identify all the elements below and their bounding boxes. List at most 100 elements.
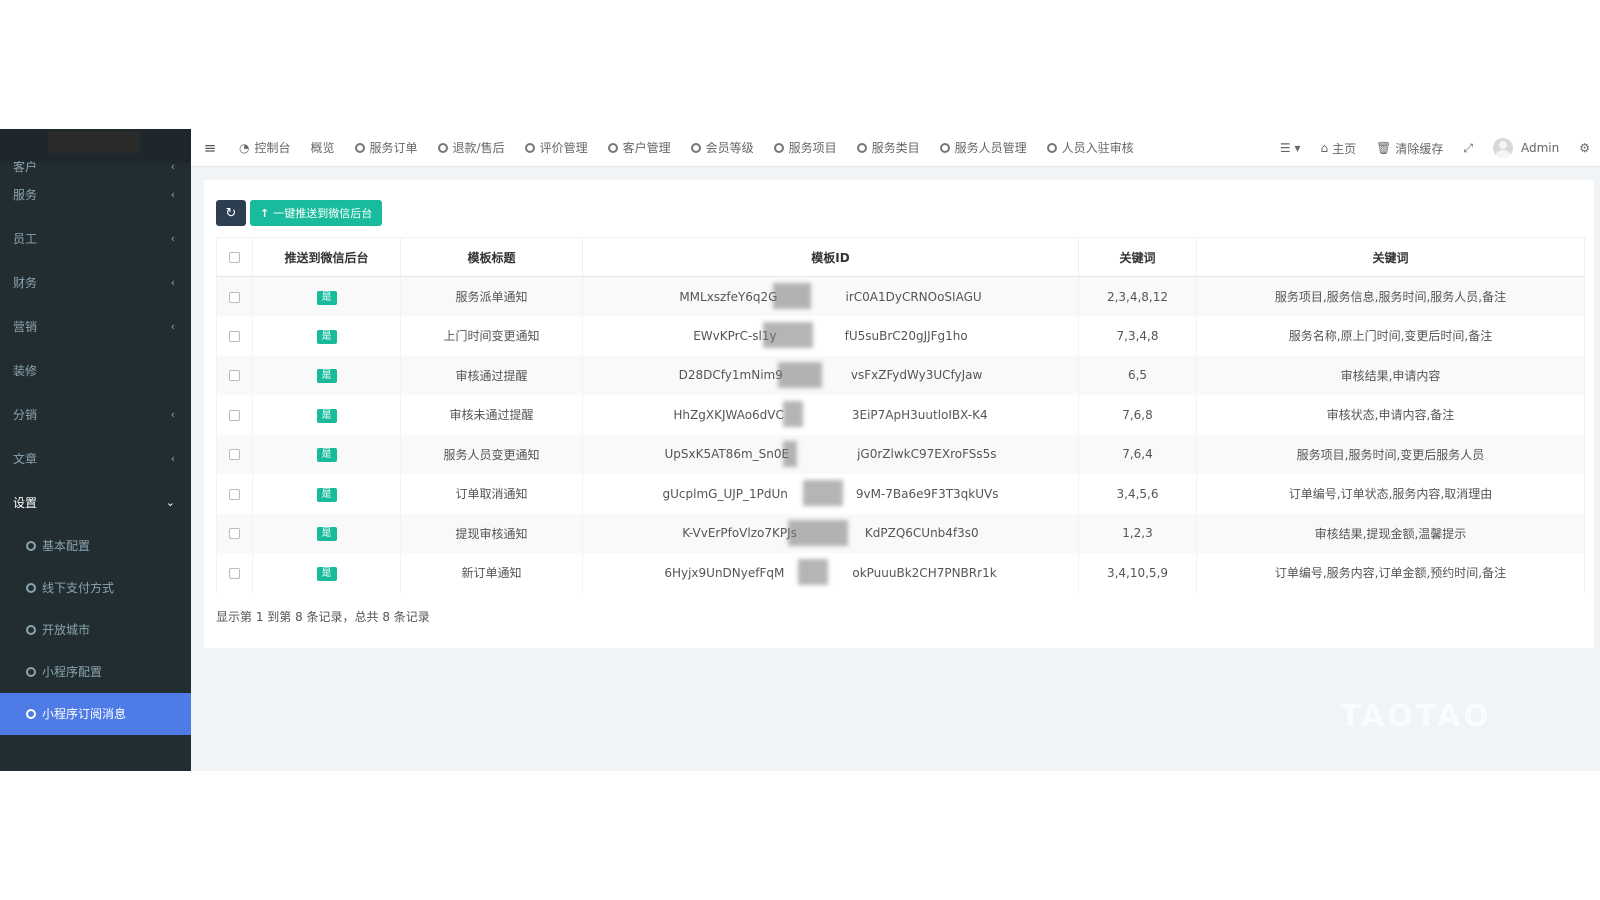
circle-icon: [437, 142, 448, 153]
row-checkbox[interactable]: [229, 449, 240, 461]
pagination-info: 显示第 1 到第 8 条记录，总共 8 条记录: [216, 610, 430, 624]
sidebar-item-group[interactable]: 服务 ‹: [0, 173, 191, 217]
template-id-start: gUcplmG_UJP_1PdUn: [662, 486, 788, 501]
template-id-end: 3EiP7ApH3uutloIBX-K4: [851, 407, 988, 422]
sidebar-item-label: 装修: [13, 364, 38, 378]
keywords-cell: 订单编号,服务内容,订单金额,预约时间,备注: [1196, 553, 1585, 593]
status-badge: 是: [316, 408, 337, 423]
table-row[interactable]: 是 订单取消通知 gUcplmG_UJP_1PdUn 9vM-7Ba6e9F3T3qk…: [216, 474, 1585, 514]
column-header[interactable]: 推送到微信后台: [252, 237, 401, 277]
sidebar-toggle-button[interactable]: ≡: [191, 139, 229, 157]
sidebar-logo[interactable]: [0, 129, 191, 163]
chevron-left-icon: ‹: [170, 188, 175, 201]
chevron-left-icon: ‹: [170, 320, 175, 333]
nav-tab[interactable]: 服务人员管理: [930, 129, 1037, 167]
nav-tab[interactable]: 服务项目: [764, 129, 847, 167]
hamburger-icon: ≡: [203, 138, 217, 157]
nav-tab[interactable]: 退款/售后: [428, 129, 515, 167]
nav-tab[interactable]: 会员等级: [681, 129, 764, 167]
arrow-up-icon: ↑: [260, 206, 270, 220]
circle-icon: [26, 583, 36, 593]
template-title-cell: 服务派单通知: [400, 276, 583, 316]
sidebar-subitem[interactable]: 小程序订阅消息: [0, 693, 191, 735]
keyword-ids-cell: 7,3,4,8: [1078, 316, 1197, 356]
push-status-cell: 是: [252, 434, 401, 474]
row-select-cell: [216, 513, 253, 553]
row-checkbox[interactable]: [229, 409, 240, 421]
fullscreen-button[interactable]: ⤢: [1453, 129, 1483, 167]
select-all-checkbox[interactable]: [229, 252, 240, 263]
row-checkbox[interactable]: [229, 567, 240, 579]
sidebar-subitem-label: 基本配置: [42, 539, 91, 553]
sidebar-item-settings[interactable]: 设置 ⌄: [0, 481, 191, 525]
nav-tab[interactable]: ◔ 控制台: [229, 129, 301, 167]
circle-icon: [773, 142, 784, 153]
row-checkbox[interactable]: [229, 370, 240, 382]
row-select-cell: [216, 395, 253, 435]
redaction-blur: [788, 519, 848, 546]
keywords-cell: 服务名称,原上门时间,变更后时间,备注: [1196, 316, 1585, 356]
circle-icon: [26, 541, 36, 551]
dashboard-icon: ◔: [239, 140, 250, 155]
circle-icon: [26, 667, 36, 677]
avatar: [1492, 138, 1513, 158]
sidebar-item-group[interactable]: 员工 ‹: [0, 217, 191, 261]
row-checkbox[interactable]: [229, 291, 240, 303]
sidebar-item-label: 营销: [13, 320, 38, 334]
user-menu[interactable]: Admin: [1483, 129, 1569, 167]
user-name: Admin: [1520, 141, 1560, 155]
template-id-start: 6Hyjx9UnDNyefFqM: [664, 565, 785, 580]
chevron-left-icon: ‹: [170, 161, 175, 173]
row-checkbox[interactable]: [229, 528, 240, 540]
keywords-cell: 服务项目,服务时间,变更后服务人员: [1196, 434, 1585, 474]
template-id-cell: 6Hyjx9UnDNyefFqM okPuuuBk2CH7PNBRr1k: [582, 553, 1079, 593]
sidebar-item-label: 设置: [13, 496, 38, 510]
template-id-end: jG0rZlwkC97EXroFSs5s: [857, 447, 997, 462]
select-all-cell: [216, 237, 253, 277]
nav-tab[interactable]: 客户管理: [598, 129, 681, 167]
sidebar-item-group[interactable]: 分销 ‹: [0, 393, 191, 437]
row-checkbox[interactable]: [229, 330, 240, 342]
sidebar-item-customer[interactable]: 客户 ‹: [0, 161, 191, 173]
table-row[interactable]: 是 提现审核通知 K-VvErPfoVlzo7KPJs KdPZQ6CUnb4f3s0…: [216, 513, 1585, 553]
table-row[interactable]: 是 上门时间变更通知 EWvKPrC-sl1y fU5suBrC20gJJFg1ho 7…: [216, 316, 1585, 356]
menu-dropdown-button[interactable]: ☰ ▾: [1270, 129, 1311, 167]
template-id-cell: K-VvErPfoVlzo7KPJs KdPZQ6CUnb4f3s0: [582, 513, 1079, 553]
nav-tab[interactable]: 服务订单: [345, 129, 428, 167]
sidebar-item-group[interactable]: 财务 ‹: [0, 261, 191, 305]
sidebar-subitem[interactable]: 小程序配置: [0, 651, 191, 693]
row-select-cell: [216, 316, 253, 356]
template-id-cell: EWvKPrC-sl1y fU5suBrC20gJJFg1ho: [582, 316, 1079, 356]
push-to-wechat-button[interactable]: ↑ 一键推送到微信后台: [250, 200, 383, 226]
nav-tab-label: 服务类目: [871, 141, 920, 155]
sidebar-item-group[interactable]: 文章 ‹: [0, 437, 191, 481]
table-row[interactable]: 是 服务人员变更通知 UpSxK5AT86m_Sn0E jG0rZlwkC97EXro…: [216, 434, 1585, 474]
table-row[interactable]: 是 审核通过提醒 D28DCfy1mNim9 vsFxZFydWy3UCfyJaw 6,…: [216, 355, 1585, 395]
nav-tab[interactable]: 概览: [301, 129, 345, 167]
sidebar-item-group[interactable]: 装修: [0, 349, 191, 393]
column-header[interactable]: 关键词: [1196, 237, 1585, 277]
keywords-cell: 审核结果,提现金额,温馨提示: [1196, 513, 1585, 553]
home-button[interactable]: ⌂ 主页: [1310, 129, 1366, 167]
table-row[interactable]: 是 服务派单通知 MMLxszfeY6q2G irC0A1DyCRNOoSIAGU 2,…: [216, 276, 1585, 316]
column-header[interactable]: 模板ID: [582, 237, 1079, 277]
column-header[interactable]: 关键词: [1078, 237, 1197, 277]
column-header[interactable]: 模板标题: [400, 237, 583, 277]
row-checkbox[interactable]: [229, 488, 240, 500]
nav-tab[interactable]: 评价管理: [515, 129, 598, 167]
nav-tab[interactable]: 人员入驻审核: [1037, 129, 1144, 167]
sidebar-subitem[interactable]: 线下支付方式: [0, 567, 191, 609]
gear-icon: ⚙: [1579, 141, 1590, 155]
template-title-cell: 新订单通知: [400, 553, 583, 593]
nav-tab[interactable]: 服务类目: [847, 129, 930, 167]
sidebar-subitem[interactable]: 基本配置: [0, 525, 191, 567]
sidebar-subitem[interactable]: 开放城市: [0, 609, 191, 651]
table-row[interactable]: 是 审核未通过提醒 HhZgXKJWAo6dVC 3EiP7ApH3uutloIBX-…: [216, 395, 1585, 435]
keyword-ids-cell: 2,3,4,8,12: [1078, 276, 1197, 316]
sidebar-item-group[interactable]: 营销 ‹: [0, 305, 191, 349]
refresh-button[interactable]: ↻: [216, 200, 246, 226]
sidebar-subitem-label: 小程序订阅消息: [42, 707, 127, 721]
table-row[interactable]: 是 新订单通知 6Hyjx9UnDNyefFqM okPuuuBk2CH7PNBRr1…: [216, 553, 1585, 593]
settings-button[interactable]: ⚙: [1569, 129, 1600, 167]
clear-cache-button[interactable]: 🗑 清除缓存: [1366, 129, 1453, 167]
